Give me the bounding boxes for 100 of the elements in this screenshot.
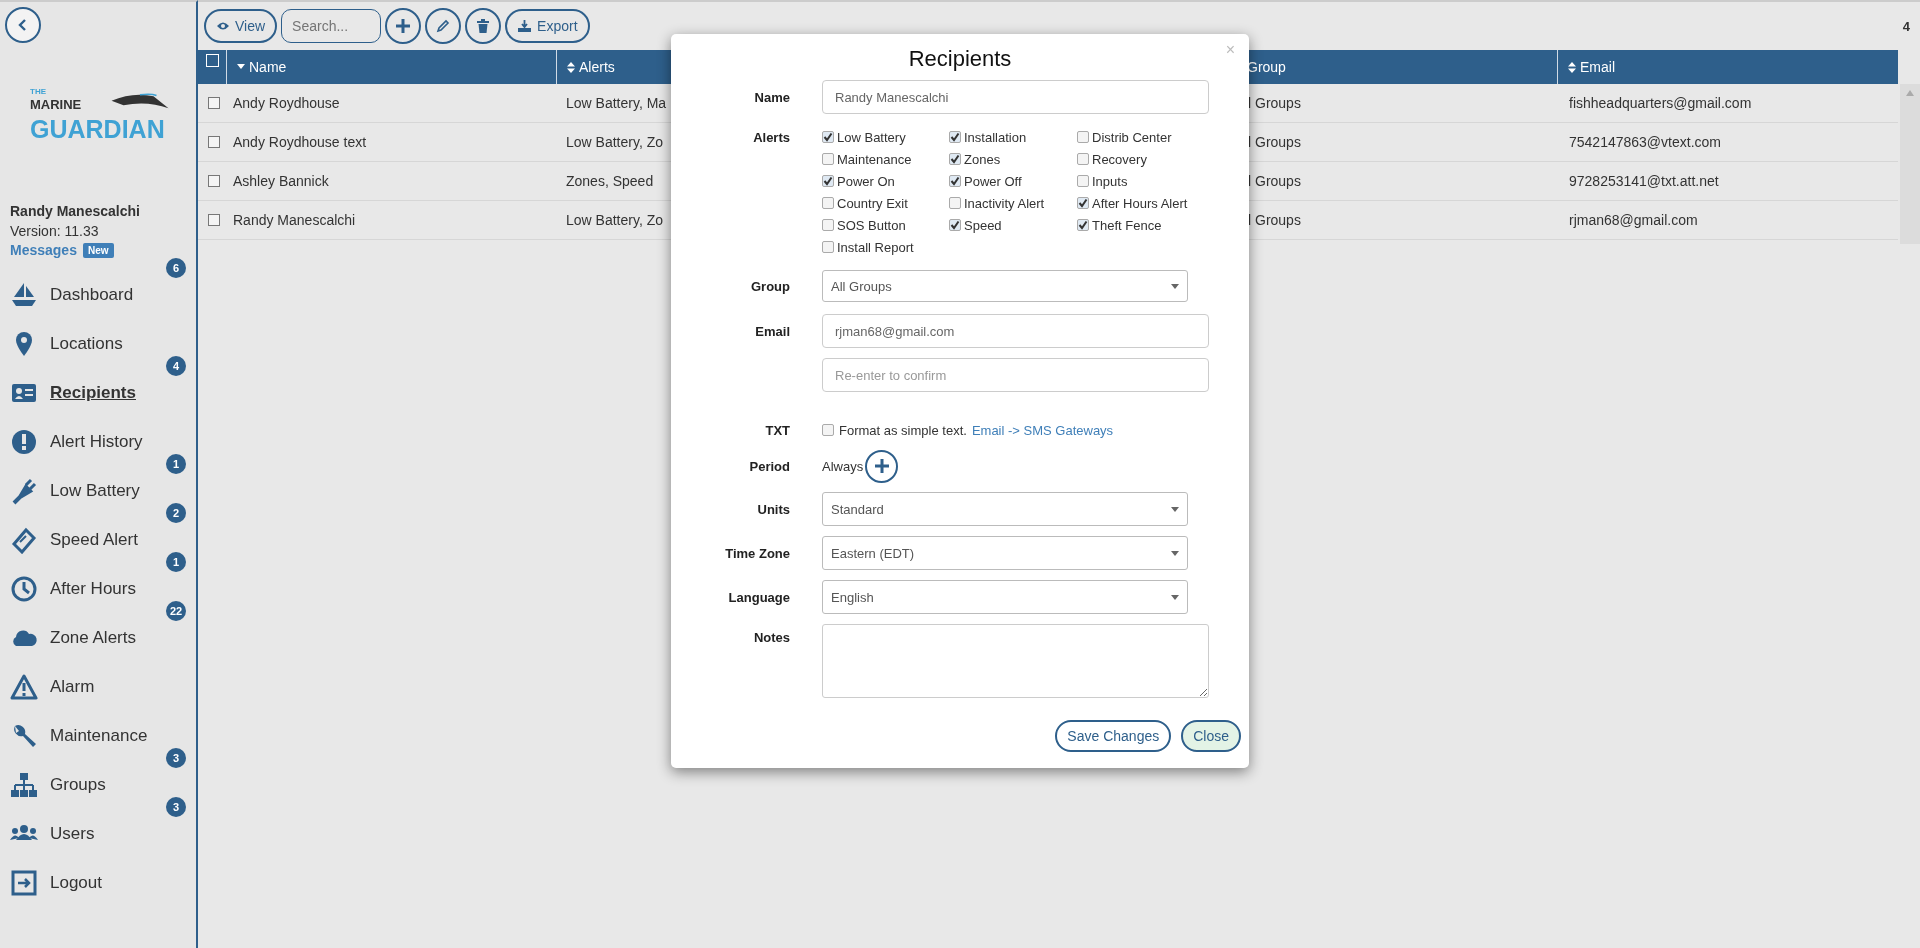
count-badge: 1 [166, 552, 186, 572]
nav-link[interactable]: Alert History [50, 431, 143, 452]
logout-icon [10, 868, 38, 897]
table-cell: 9728253141@txt.att.net [1569, 173, 1719, 189]
delete-button[interactable] [465, 8, 502, 44]
checkbox[interactable] [1077, 219, 1089, 231]
table-cell: 7542147863@vtext.com [1569, 134, 1721, 150]
nav-link[interactable]: Alarm [50, 676, 95, 697]
table-cell: Low Battery, Zo [566, 212, 663, 228]
nav-link[interactable]: Users [50, 823, 95, 844]
nav-link[interactable]: Low Battery [50, 480, 140, 501]
checkbox-label: Power Off [964, 173, 1022, 189]
dropdown-select[interactable]: Eastern (EDT) [822, 536, 1188, 570]
table-cell: l Groups [1248, 95, 1301, 111]
add-button[interactable] [385, 8, 422, 44]
field-label: Group [750, 278, 790, 294]
column-header[interactable]: Email [1557, 50, 1898, 84]
add-period-button[interactable] [865, 449, 899, 483]
table-cell: l Groups [1248, 212, 1301, 228]
sort-icon [1568, 61, 1576, 73]
field-label: Language [727, 589, 790, 605]
checkbox-label: Format as simple text. [839, 422, 967, 438]
ticket-icon [10, 525, 38, 554]
table-cell: fishheadquarters@gmail.com [1569, 95, 1752, 111]
group-select[interactable]: All Groups [822, 270, 1188, 302]
sort-icon [567, 61, 575, 73]
close-button[interactable]: Close [1181, 720, 1241, 752]
record-count: 4 [1902, 18, 1910, 34]
count-badge: 22 [166, 601, 186, 621]
search-field[interactable]: Search... [281, 9, 382, 43]
table-cell: l Groups [1248, 134, 1301, 150]
nav-link[interactable]: Zone Alerts [50, 627, 136, 648]
checkbox[interactable] [1077, 175, 1089, 187]
checkbox-label: Install Report [837, 239, 914, 255]
checkbox-label: After Hours Alert [1092, 195, 1188, 211]
email-field[interactable]: rjman68@gmail.com [822, 314, 1209, 348]
sort-desc-icon [237, 64, 245, 70]
checkbox[interactable] [822, 175, 834, 187]
period-value: Always [822, 458, 864, 474]
new-badge: New [82, 242, 114, 258]
count-badge: 3 [166, 748, 186, 768]
checkbox[interactable] [822, 219, 834, 231]
checkbox[interactable] [208, 214, 220, 226]
checkbox[interactable] [949, 175, 961, 187]
confirm-email-field[interactable]: Re-enter to confirm [822, 358, 1209, 392]
view-button[interactable]: View [204, 9, 278, 43]
checkbox[interactable] [208, 97, 220, 109]
logo-text: GUARDIAN [30, 114, 165, 145]
hierarchy-icon [10, 770, 38, 799]
warning-icon [10, 672, 38, 701]
dialog-title: Recipients [907, 45, 1013, 73]
dropdown-select[interactable]: Standard [822, 492, 1188, 526]
checkbox[interactable] [1077, 153, 1089, 165]
checkbox[interactable] [822, 424, 834, 436]
sms-gateways-link[interactable]: Email -> SMS Gateways [971, 422, 1114, 438]
checkbox-label: Recovery [1092, 151, 1147, 167]
nav-link[interactable]: After Hours [50, 578, 136, 599]
edit-button[interactable] [425, 8, 462, 44]
caret-icon [1171, 594, 1179, 600]
checkbox[interactable] [208, 175, 220, 187]
export-button[interactable]: Export [505, 9, 590, 43]
dropdown-select[interactable]: English [822, 580, 1188, 614]
count-badge: 6 [166, 258, 186, 278]
nav-link[interactable]: Recipients [50, 382, 136, 403]
checkbox-label: Country Exit [837, 195, 908, 211]
nav-link[interactable]: Speed Alert [50, 529, 138, 550]
checkbox[interactable] [208, 136, 220, 148]
table-cell: Ashley Bannick [233, 173, 329, 189]
checkbox[interactable] [1077, 131, 1089, 143]
column-header[interactable]: Name [226, 50, 556, 84]
count-badge: 4 [166, 356, 186, 376]
name-field[interactable]: Randy Manescalchi [822, 80, 1209, 114]
notes-field[interactable] [822, 624, 1209, 698]
checkbox[interactable] [949, 219, 961, 231]
nav-link[interactable]: Dashboard [50, 284, 134, 305]
clock-icon [10, 574, 38, 603]
table-cell: l Groups [1248, 173, 1301, 189]
checkbox[interactable] [949, 131, 961, 143]
plus-icon [395, 18, 412, 34]
checkbox-label: Maintenance [837, 151, 912, 167]
save-button[interactable]: Save Changes [1055, 720, 1172, 752]
checkbox[interactable] [1077, 197, 1089, 209]
nav-link[interactable]: Logout [50, 872, 102, 893]
checkbox[interactable] [822, 131, 834, 143]
checkbox[interactable] [822, 241, 834, 253]
checkbox-label: Theft Fence [1092, 217, 1162, 233]
field-label: Name [753, 89, 790, 105]
user-name: Randy Manescalchi [10, 203, 141, 219]
checkbox[interactable] [949, 197, 961, 209]
nav-link[interactable]: Maintenance [50, 725, 148, 746]
checkbox[interactable] [949, 153, 961, 165]
checkbox-label: Inactivity Alert [964, 195, 1045, 211]
nav-link[interactable]: Groups [50, 774, 106, 795]
checkbox[interactable] [822, 153, 834, 165]
field-label: Email [754, 323, 790, 339]
back-button[interactable] [5, 7, 41, 43]
nav-link[interactable]: Locations [50, 333, 123, 354]
plug-icon [10, 476, 38, 505]
checkbox[interactable] [822, 197, 834, 209]
pencil-icon [436, 19, 451, 33]
